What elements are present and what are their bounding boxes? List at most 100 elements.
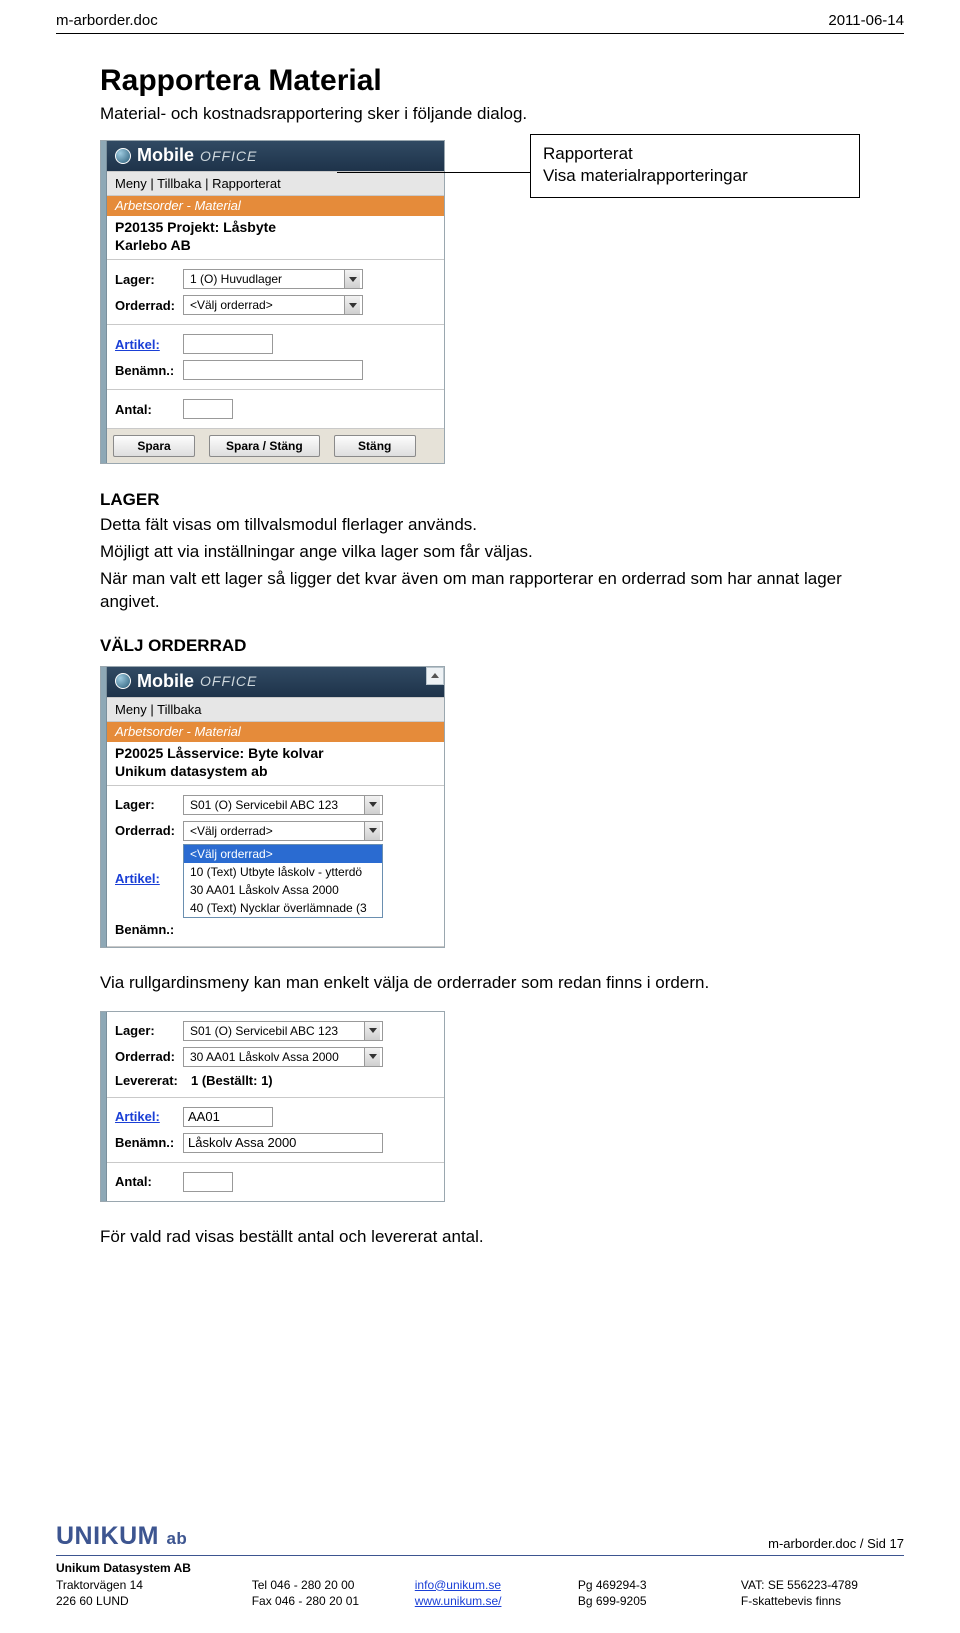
footer-columns: Unikum Datasystem AB Traktorvägen 14 226… <box>56 1560 904 1609</box>
chevron-down-icon[interactable] <box>364 796 380 814</box>
form-block-2: Artikel: Benämn.: <box>107 325 444 390</box>
label-orderrad: Orderrad: <box>115 1049 177 1064</box>
header-rule <box>56 33 904 34</box>
unikum-logo: UNIKUM ab <box>56 1522 187 1551</box>
form-block-1: Lager: S01 (O) Servicebil ABC 123 Orderr… <box>107 786 444 947</box>
callout-line2: Visa materialrapporteringar <box>543 165 847 187</box>
spara-stang-button[interactable]: Spara / Stäng <box>209 435 320 457</box>
heading-valj-orderrad: VÄLJ ORDERRAD <box>100 636 860 656</box>
menu-bar[interactable]: Meny | Tillbaka <box>107 697 444 722</box>
label-benamn: Benämn.: <box>115 922 177 937</box>
subheader: Arbetsorder - Material <box>107 196 444 216</box>
screenshot-1: Mobile OFFICE Meny | Tillbaka | Rapporte… <box>100 140 445 464</box>
customer-line: Karlebo AB <box>107 237 444 260</box>
button-bar: Spara Spara / Stäng Stäng <box>107 428 444 463</box>
label-lager: Lager: <box>115 797 177 812</box>
dropdown-option[interactable]: 40 (Text) Nycklar överlämnade (3 <box>184 899 382 917</box>
window-left-rail <box>101 141 107 463</box>
footer-fskatt: F-skattebevis finns <box>741 1593 904 1609</box>
dropdown-option[interactable]: <Välj orderrad> <box>184 845 382 863</box>
footer-web[interactable]: www.unikum.se/ <box>415 1594 502 1608</box>
post-panel3-text: För vald rad visas beställt antal och le… <box>100 1226 860 1249</box>
chevron-down-icon[interactable] <box>344 270 360 288</box>
form-block-3: Antal: <box>107 1163 444 1201</box>
project-line: P20135 Projekt: Låsbyte <box>107 216 444 237</box>
select-orderrad[interactable]: <Välj orderrad> <box>183 821 383 841</box>
brand-office: OFFICE <box>200 148 257 164</box>
app-header: Mobile OFFICE <box>107 667 444 697</box>
lager-p2: Möjligt att via inställningar ange vilka… <box>100 541 860 564</box>
label-artikel[interactable]: Artikel: <box>115 337 177 352</box>
chevron-down-icon[interactable] <box>364 1022 380 1040</box>
scroll-up-icon[interactable] <box>426 667 444 685</box>
label-orderrad: Orderrad: <box>115 823 177 838</box>
post-panel2-text: Via rullgardinsmeny kan man enkelt välja… <box>100 972 860 995</box>
select-lager[interactable]: 1 (O) Huvudlager <box>183 269 363 289</box>
lager-p3: När man valt ett lager så ligger det kva… <box>100 568 860 614</box>
label-benamn: Benämn.: <box>115 363 177 378</box>
page-header: m-arborder.doc 2011-06-14 <box>0 0 960 33</box>
select-lager[interactable]: S01 (O) Servicebil ABC 123 <box>183 795 383 815</box>
screenshot-1-wrap: Rapporterat Visa materialrapporteringar … <box>100 140 860 464</box>
header-filename: m-arborder.doc <box>56 12 158 29</box>
footer-addr1: Traktorvägen 14 <box>56 1577 252 1593</box>
footer-bg: Bg 699-9205 <box>578 1593 741 1609</box>
chevron-down-icon[interactable] <box>364 1048 380 1066</box>
callout-box: Rapporterat Visa materialrapporteringar <box>530 134 860 198</box>
select-orderrad[interactable]: <Välj orderrad> <box>183 295 363 315</box>
window-left-rail <box>101 667 107 947</box>
form-block-1: Lager: 1 (O) Huvudlager Orderrad: <Välj … <box>107 260 444 325</box>
form-block-3: Antal: <box>107 390 444 428</box>
stang-button[interactable]: Stäng <box>334 435 416 457</box>
heading-lager: LAGER <box>100 490 860 510</box>
customer-line: Unikum datasystem ab <box>107 763 444 786</box>
page-ref: m-arborder.doc / Sid 17 <box>768 1536 904 1551</box>
footer-email[interactable]: info@unikum.se <box>415 1578 501 1592</box>
footer-addr2: 226 60 LUND <box>56 1593 252 1609</box>
dropdown-option[interactable]: 10 (Text) Utbyte låskolv - ytterdö <box>184 863 382 881</box>
input-benamn[interactable] <box>183 360 363 380</box>
form-block-2: Artikel: AA01 Benämn.: Låskolv Assa 2000 <box>107 1098 444 1163</box>
subheader: Arbetsorder - Material <box>107 722 444 742</box>
lager-p1: Detta fält visas om tillvalsmodul flerla… <box>100 514 860 537</box>
footer-company: Unikum Datasystem AB <box>56 1560 252 1576</box>
label-artikel[interactable]: Artikel: <box>115 871 177 886</box>
input-artikel[interactable] <box>183 334 273 354</box>
window-left-rail <box>101 1012 107 1201</box>
label-lager: Lager: <box>115 1023 177 1038</box>
label-antal: Antal: <box>115 402 177 417</box>
brand-mobile: Mobile <box>137 145 194 166</box>
page-title: Rapportera Material <box>100 64 860 98</box>
globe-icon <box>115 148 131 164</box>
label-levererat: Levererat: <box>115 1073 185 1088</box>
globe-icon <box>115 673 131 689</box>
form-block-1: Lager: S01 (O) Servicebil ABC 123 Orderr… <box>107 1012 444 1098</box>
label-lager: Lager: <box>115 272 177 287</box>
chevron-down-icon[interactable] <box>364 822 380 840</box>
chevron-down-icon[interactable] <box>344 296 360 314</box>
input-antal[interactable] <box>183 1172 233 1192</box>
input-artikel[interactable]: AA01 <box>183 1107 273 1127</box>
label-artikel[interactable]: Artikel: <box>115 1109 177 1124</box>
footer-tel: Tel 046 - 280 20 00 <box>252 1577 415 1593</box>
input-benamn[interactable]: Låskolv Assa 2000 <box>183 1133 383 1153</box>
spara-button[interactable]: Spara <box>113 435 195 457</box>
menu-bar[interactable]: Meny | Tillbaka | Rapporterat <box>107 171 444 196</box>
header-date: 2011-06-14 <box>828 12 904 29</box>
brand-mobile: Mobile <box>137 671 194 692</box>
footer-pg: Pg 469294-3 <box>578 1577 741 1593</box>
project-line: P20025 Låsservice: Byte kolvar <box>107 742 444 763</box>
footer-rule <box>56 1555 904 1556</box>
footer-fax: Fax 046 - 280 20 01 <box>252 1593 415 1609</box>
screenshot-2: Mobile OFFICE Meny | Tillbaka Arbetsorde… <box>100 666 445 948</box>
app-header: Mobile OFFICE <box>107 141 444 171</box>
select-orderrad[interactable]: 30 AA01 Låskolv Assa 2000 <box>183 1047 383 1067</box>
brand-office: OFFICE <box>200 673 257 689</box>
callout-line1: Rapporterat <box>543 143 847 165</box>
label-orderrad: Orderrad: <box>115 298 177 313</box>
select-lager[interactable]: S01 (O) Servicebil ABC 123 <box>183 1021 383 1041</box>
label-benamn: Benämn.: <box>115 1135 177 1150</box>
input-antal[interactable] <box>183 399 233 419</box>
callout-leader-line <box>337 172 532 173</box>
label-antal: Antal: <box>115 1174 177 1189</box>
